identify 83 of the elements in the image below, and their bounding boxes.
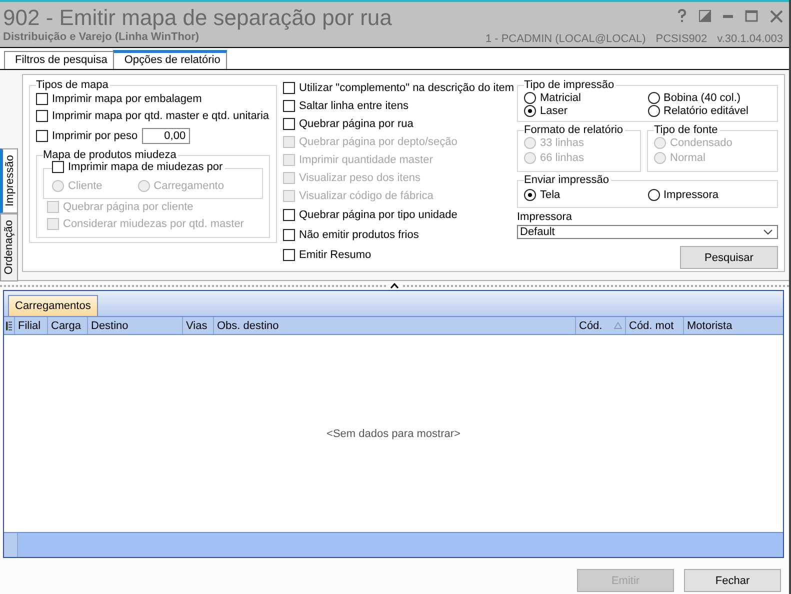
- checkbox[interactable]: [36, 93, 48, 105]
- column-header[interactable]: Obs. destino: [214, 317, 576, 334]
- close-icon[interactable]: [770, 10, 783, 22]
- radio-label: Matricial: [540, 92, 581, 104]
- help-icon[interactable]: [677, 9, 687, 23]
- group-title: Tipos de mapa: [36, 79, 110, 91]
- empty-message: <Sem dados para mostrar>: [326, 428, 460, 440]
- group-title: Mapa de produtos miudeza: [43, 149, 178, 161]
- radio-label: Carregamento: [154, 180, 224, 192]
- checkbox[interactable]: [283, 100, 295, 112]
- group-title: Tipo de impressão: [524, 79, 616, 91]
- maximize-icon[interactable]: [745, 10, 758, 22]
- column-header[interactable]: Vias: [183, 317, 214, 334]
- version-label: v.30.1.04.003: [717, 33, 783, 45]
- radio-label: Condensado: [670, 136, 732, 148]
- checkbox[interactable]: [283, 118, 295, 130]
- radio-label: Cliente: [68, 180, 102, 192]
- checkbox-label: Saltar linha entre itens: [299, 100, 408, 112]
- group-title: Formato de relatório: [524, 124, 624, 136]
- column-header[interactable]: Cód.: [576, 317, 626, 334]
- checkbox[interactable]: [52, 161, 64, 173]
- tab[interactable]: Opções de relatório: [113, 50, 228, 69]
- checkbox[interactable]: [36, 110, 48, 122]
- column-header[interactable]: Cód. mot: [626, 317, 684, 334]
- column-header[interactable]: Filial: [15, 317, 48, 334]
- side-tab[interactable]: Impressão: [0, 148, 18, 214]
- column-header[interactable]: Carga: [48, 317, 88, 334]
- checkbox-label: Imprimir mapa por embalagem: [52, 93, 202, 105]
- checkbox-label: Não emitir produtos frios: [299, 229, 419, 241]
- search-button[interactable]: Pesquisar: [680, 246, 778, 269]
- checkbox-label: Visualizar código de fábrica: [299, 190, 434, 202]
- radio-label: 33 linhas: [540, 136, 584, 148]
- radio-label: Laser: [540, 104, 568, 116]
- checkbox[interactable]: [283, 209, 295, 221]
- sort-icon: [614, 322, 622, 329]
- checkbox[interactable]: [283, 82, 295, 94]
- chevron-icon: [763, 229, 773, 235]
- checkbox[interactable]: [283, 229, 295, 241]
- checkbox-label: Emitir Resumo: [299, 249, 372, 261]
- window-title: 902 - Emitir mapa de separação por rua: [3, 5, 392, 31]
- checkbox-label: Quebrar página por rua: [299, 118, 414, 130]
- radio-label: Normal: [670, 152, 706, 164]
- user-label: 1 - PCADMIN (LOCAL@LOCAL): [485, 33, 646, 45]
- checkbox-label: Utilizar "complemento" na descrição do item: [299, 82, 514, 94]
- grid-tab[interactable]: Carregamentos: [8, 295, 98, 316]
- side-tab[interactable]: Ordenação: [0, 213, 18, 282]
- theme-icon[interactable]: [699, 10, 711, 22]
- checkbox-label: Imprimir quantidade master: [299, 154, 433, 166]
- minimize-icon[interactable]: [723, 14, 733, 18]
- checkbox-label: Imprimir mapa de miudezas por: [68, 161, 223, 173]
- checkbox-label: Imprimir mapa por qtd. master e qtd. unitaria: [52, 110, 270, 122]
- window-subtitle: Distribuição e Varejo (Linha WinThor): [3, 31, 200, 43]
- tab[interactable]: Filtros de pesquisa: [4, 51, 114, 69]
- program-code: PCSIS902: [656, 33, 708, 45]
- radio-label: Tela: [540, 188, 560, 200]
- checkbox-label: Imprimir por peso: [52, 130, 138, 142]
- radio-button[interactable]: [524, 104, 536, 116]
- checkbox[interactable]: [283, 249, 295, 261]
- group-title: Enviar impressão: [524, 174, 610, 186]
- group-title: Tipo de fonte: [654, 124, 719, 136]
- radio-label: Impressora: [664, 188, 719, 200]
- checkbox-label: Quebrar página por depto/seção: [299, 136, 458, 148]
- collapse-icon[interactable]: [390, 283, 399, 289]
- radio-button[interactable]: [648, 92, 660, 104]
- close-button[interactable]: Fechar: [684, 569, 781, 592]
- radio-button[interactable]: [648, 104, 660, 116]
- radio-button[interactable]: [524, 92, 536, 104]
- column-header[interactable]: Destino: [88, 317, 183, 334]
- column-header[interactable]: Motorista: [684, 317, 783, 334]
- radio-label: 66 linhas: [540, 152, 584, 164]
- checkbox[interactable]: [36, 130, 48, 142]
- radio-button[interactable]: [524, 188, 536, 200]
- checkbox-label: Considerar miudezas por qtd. master: [63, 218, 244, 230]
- checkbox-label: Visualizar peso dos itens: [299, 172, 420, 184]
- radio-button[interactable]: [648, 188, 660, 200]
- printer-label: Impressora: [517, 211, 574, 223]
- radio-label: Bobina (40 col.): [664, 92, 741, 104]
- checkbox-label: Quebrar página por cliente: [63, 201, 194, 213]
- printer-dropdown[interactable]: Default: [517, 225, 778, 239]
- checkbox-label: Quebrar página por tipo unidade: [299, 209, 458, 221]
- radio-label: Relatório editável: [664, 104, 748, 116]
- weight-field[interactable]: 0,00: [142, 128, 190, 144]
- column-chooser-icon[interactable]: [6, 320, 12, 330]
